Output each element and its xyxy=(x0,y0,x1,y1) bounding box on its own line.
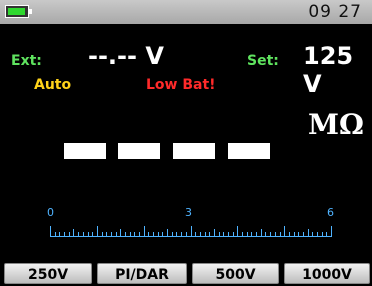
scale-tick xyxy=(167,229,169,236)
scale-tick xyxy=(143,226,145,236)
scale-tick xyxy=(213,229,215,236)
softkey-500v[interactable]: 500V xyxy=(192,263,279,284)
softkey-1000v[interactable]: 1000V xyxy=(284,263,370,284)
scale-tick xyxy=(50,226,51,236)
scale-tick xyxy=(96,226,98,236)
scale-tick xyxy=(120,229,122,236)
scale-tick xyxy=(190,226,192,236)
scale-tick xyxy=(73,229,75,236)
scale-tick xyxy=(284,226,286,236)
scale-baseline xyxy=(50,236,332,237)
scale-tick xyxy=(237,226,239,236)
scale-tick xyxy=(260,229,262,236)
scale-tick xyxy=(307,229,309,236)
bargraph-scale xyxy=(0,0,372,284)
softkey-250v[interactable]: 250V xyxy=(4,263,92,284)
softkey-pi-dar[interactable]: PI/DAR xyxy=(97,263,187,284)
scale-tick xyxy=(331,226,332,236)
